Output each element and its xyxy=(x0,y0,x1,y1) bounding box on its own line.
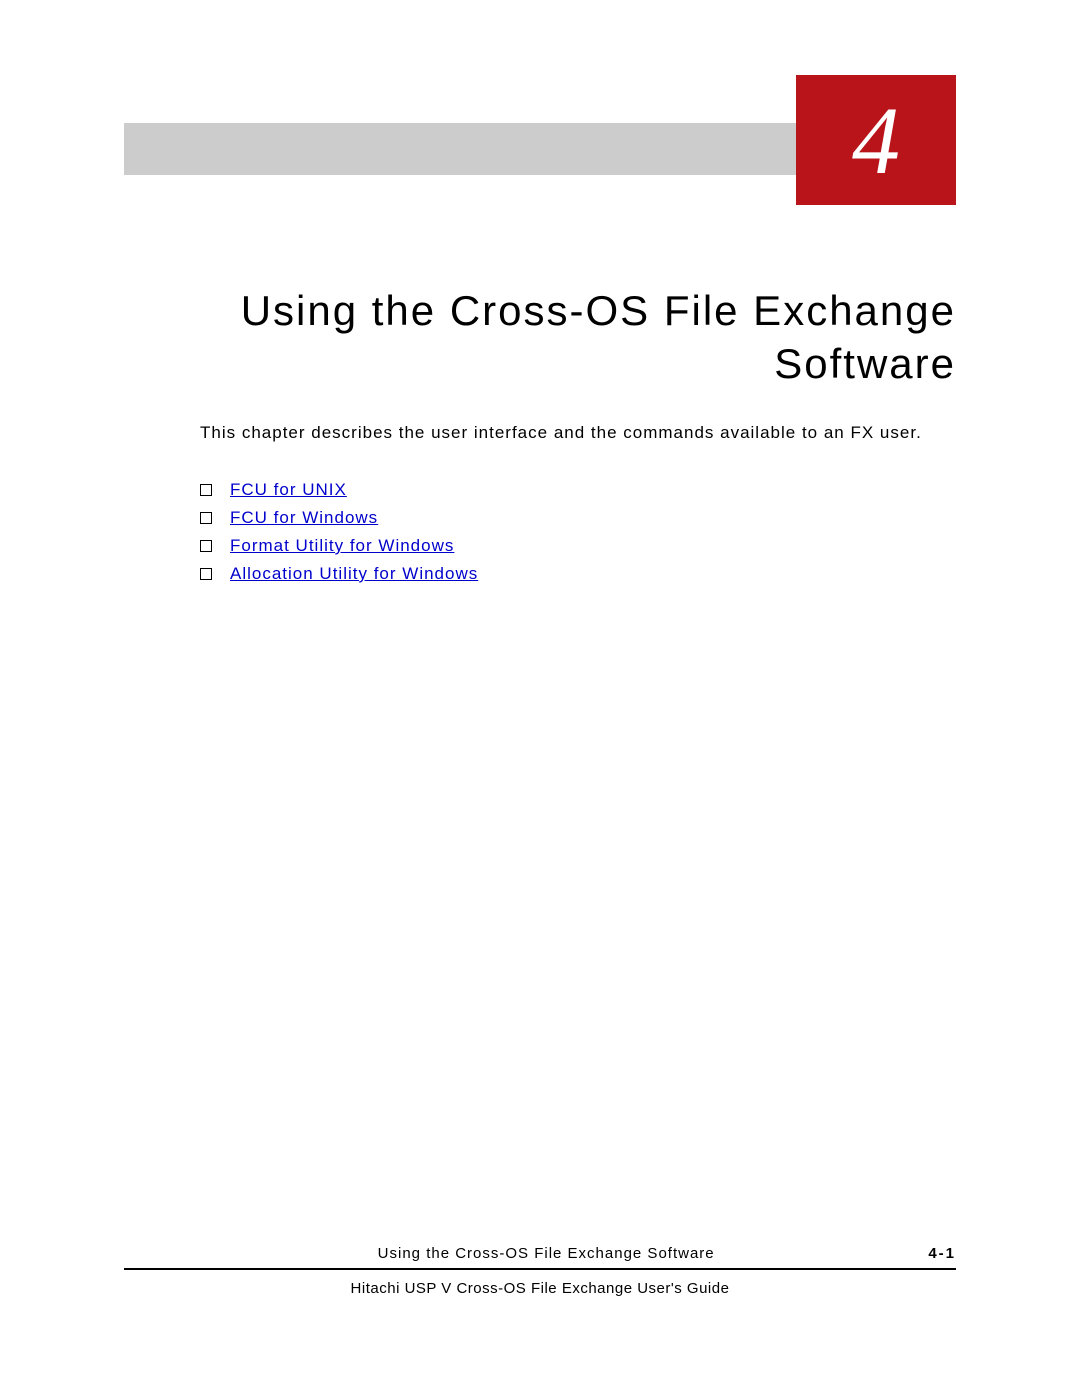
square-bullet-icon xyxy=(200,540,212,552)
footer-top-row: Using the Cross-OS File Exchange Softwar… xyxy=(124,1245,956,1270)
list-item: FCU for Windows xyxy=(200,508,956,528)
list-item: FCU for UNIX xyxy=(200,480,956,500)
footer-guide-title: Hitachi USP V Cross-OS File Exchange Use… xyxy=(124,1280,956,1297)
intro-paragraph: This chapter describes the user interfac… xyxy=(200,420,956,446)
chapter-number-box: 4 xyxy=(796,75,956,205)
list-item: Allocation Utility for Windows xyxy=(200,564,956,584)
footer-section-title: Using the Cross-OS File Exchange Softwar… xyxy=(184,1245,908,1262)
page-footer: Using the Cross-OS File Exchange Softwar… xyxy=(124,1245,956,1297)
chapter-bar xyxy=(124,123,796,175)
chapter-header: 4 xyxy=(124,75,956,205)
list-item: Format Utility for Windows xyxy=(200,536,956,556)
link-allocation-utility[interactable]: Allocation Utility for Windows xyxy=(230,564,478,584)
square-bullet-icon xyxy=(200,568,212,580)
chapter-title: Using the Cross-OS File Exchange Softwar… xyxy=(124,285,956,390)
square-bullet-icon xyxy=(200,512,212,524)
link-fcu-unix[interactable]: FCU for UNIX xyxy=(230,480,347,500)
link-format-utility[interactable]: Format Utility for Windows xyxy=(230,536,454,556)
chapter-number: 4 xyxy=(852,85,900,196)
link-fcu-windows[interactable]: FCU for Windows xyxy=(230,508,378,528)
square-bullet-icon xyxy=(200,484,212,496)
page-number: 4-1 xyxy=(908,1245,956,1262)
chapter-link-list: FCU for UNIX FCU for Windows Format Util… xyxy=(200,480,956,592)
